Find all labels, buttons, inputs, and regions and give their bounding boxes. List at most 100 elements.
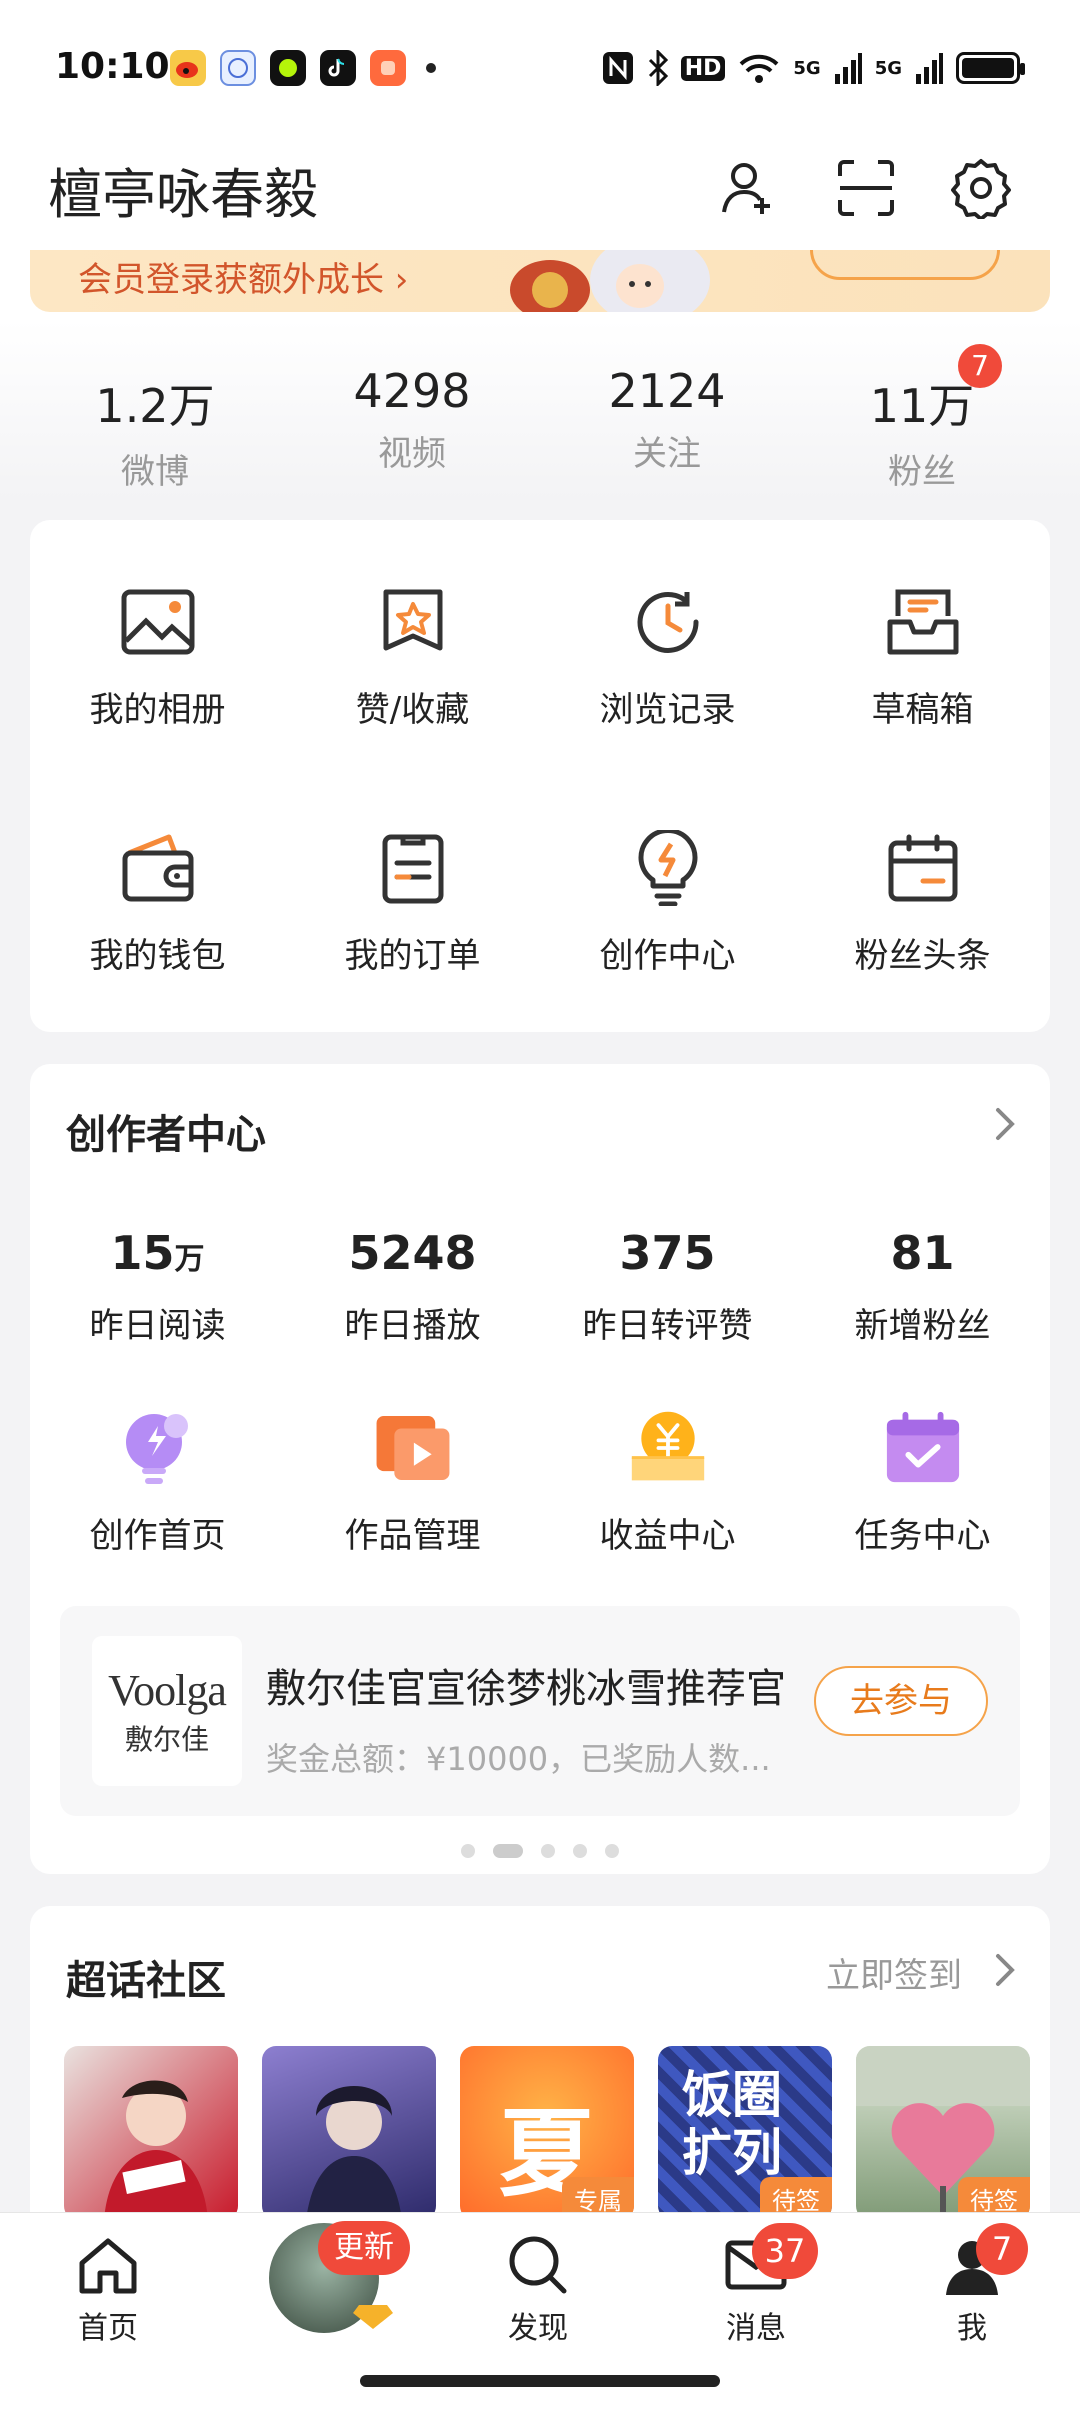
metric-new-fans[interactable]: 81 新增粉丝 [795,1226,1050,1347]
shortcut-orders[interactable]: 我的订单 [285,828,540,977]
metric-value: 5248 [348,1226,477,1280]
metric-value: 81 [890,1226,955,1280]
nav-label: 首页 [78,2311,138,2346]
tool-label: 任务中心 [854,1516,991,1556]
metric-label: 昨日播放 [344,1306,481,1346]
stat-value: 2124 [608,364,726,418]
favorite-icon [373,582,453,662]
profile-stats: 1.2万 微博 4298 视频 2124 关注 11万 粉丝 7 [0,320,1080,500]
shortcut-label: 我的相册 [89,690,226,730]
shortcuts-card: 我的相册 赞/收藏 浏览记录 草稿箱 我的钱包 我的订单 创作中心 粉丝头条 [30,520,1050,1032]
super-topic-item[interactable]: 夏 专属 [460,2046,634,2220]
network-label-2: 5G [874,57,902,79]
metric-yesterday-plays[interactable]: 5248 昨日播放 [285,1226,540,1347]
banner-pill [810,250,1000,280]
system-indicators: HD 5G 5G [601,50,1025,86]
stat-label: 微博 [121,452,189,492]
shortcut-label: 赞/收藏 [355,690,470,730]
shortcut-label: 草稿箱 [871,690,974,730]
shortcut-label: 我的订单 [344,936,481,976]
creator-center-card: 创作者中心 15万 昨日阅读 5248 昨日播放 375 昨日转评赞 81 新增… [30,1064,1050,1874]
brand-logo: Voolga 敷尔佳 [92,1636,242,1786]
shortcut-album[interactable]: 我的相册 [30,582,285,731]
stat-videos[interactable]: 4298 视频 [312,364,512,475]
profile-badge: 7 [976,2223,1028,2275]
chevron-right-icon[interactable] [990,1104,1020,1144]
chevron-right-icon[interactable] [990,1950,1020,1990]
carousel-dot[interactable] [605,1844,619,1858]
tool-earnings[interactable]: 收益中心 [540,1408,795,1557]
tool-works-manage[interactable]: 作品管理 [285,1408,540,1557]
member-banner[interactable]: 会员登录获额外成长 › [30,250,1050,312]
orders-icon [373,828,453,908]
ifly-icon [220,50,256,86]
creator-tools: 创作首页 作品管理 收益中心 任务中心 [30,1408,1050,1557]
profile-header: 檀亭咏春毅 [0,140,1080,250]
battery-icon [956,52,1025,84]
super-topic-item[interactable]: 待签 [856,2046,1030,2220]
nfc-icon [602,52,633,84]
super-topic-item[interactable]: 饭圈扩列 待签 [658,2046,832,2220]
scan-icon[interactable] [830,152,902,224]
carousel-dot[interactable] [573,1844,587,1858]
carousel-dot[interactable] [461,1844,475,1858]
earnings-icon [628,1408,708,1488]
promo-card[interactable]: Voolga 敷尔佳 敷尔佳官宣徐梦桃冰雪推荐官 奖金总额：¥10000，已奖励… [60,1606,1020,1816]
carousel-dot[interactable] [541,1844,555,1858]
tasks-icon [883,1408,963,1488]
shortcut-wallet[interactable]: 我的钱包 [30,828,285,977]
fans-headline-icon [883,828,963,908]
tool-label: 收益中心 [599,1516,736,1556]
stat-following[interactable]: 2124 关注 [567,364,767,475]
nav-label: 我 [957,2311,987,2346]
settings-icon[interactable] [945,152,1017,224]
stat-label: 粉丝 [888,452,956,492]
nav-label: 消息 [726,2311,786,2346]
clock: 10:10 [55,46,170,87]
metric-value: 375 [619,1226,716,1280]
orange-app-icon [370,50,406,86]
shortcut-fans-headline[interactable]: 粉丝头条 [795,828,1050,977]
tiktok-icon [320,50,356,86]
shortcut-creation[interactable]: 创作中心 [540,828,795,977]
metric-unit: 万 [174,1242,205,1277]
shortcut-history[interactable]: 浏览记录 [540,582,795,731]
metric-yesterday-reads[interactable]: 15万 昨日阅读 [30,1226,285,1347]
creation-icon [628,828,708,908]
signal-icon-1 [834,53,862,84]
card-title[interactable]: 创作者中心 [66,1102,266,1160]
metric-label: 昨日转评赞 [582,1306,753,1346]
tool-tasks[interactable]: 任务中心 [795,1408,1050,1557]
carousel-dot-active[interactable] [493,1844,523,1858]
stat-weibo[interactable]: 1.2万 微博 [55,370,255,493]
wifi-icon [739,54,779,83]
super-topic-item[interactable] [262,2046,436,2220]
stat-fans[interactable]: 11万 粉丝 [822,370,1022,493]
creation-home-icon [118,1408,198,1488]
super-topic-item[interactable] [64,2046,238,2220]
metric-yesterday-engagement[interactable]: 375 昨日转评赞 [540,1226,795,1347]
shortcut-label: 浏览记录 [599,690,736,730]
topic-text: 饭圈扩列 [682,2066,782,2182]
card-title[interactable]: 超话社区 [66,1948,226,2006]
network-label-1: 5G [793,57,821,79]
banner-text: 会员登录获额外成长 › [78,260,409,300]
add-friend-icon[interactable] [712,152,784,224]
weibo-icon [170,50,206,86]
bluetooth-icon [648,50,668,86]
nav-discover[interactable]: 发现 [468,2233,608,2347]
join-button[interactable]: 去参与 [814,1666,988,1736]
shortcut-label: 创作中心 [599,936,736,976]
shortcut-drafts[interactable]: 草稿箱 [795,582,1050,731]
promo-subtitle: 奖金总额：¥10000，已奖励人数... [266,1740,771,1778]
shortcut-favorites[interactable]: 赞/收藏 [285,582,540,731]
username[interactable]: 檀亭咏春毅 [48,150,318,229]
stat-value: 4298 [353,364,471,418]
home-indicator[interactable] [360,2375,720,2387]
more-notifications-dot [426,63,436,73]
checkin-link[interactable]: 立即签到 [826,1948,962,1997]
works-manage-icon [373,1408,453,1488]
update-badge: 更新 [318,2221,410,2275]
nav-home[interactable]: 首页 [38,2233,178,2347]
tool-creation-home[interactable]: 创作首页 [30,1408,285,1557]
